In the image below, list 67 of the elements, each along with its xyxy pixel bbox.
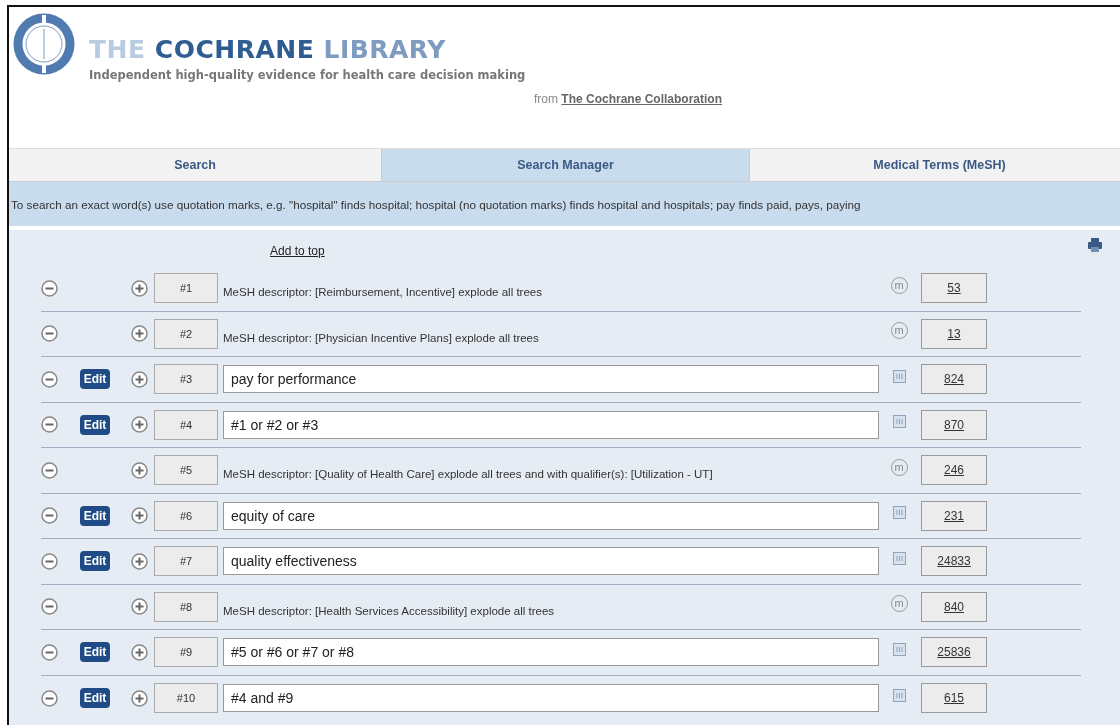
result-count[interactable]: 13 xyxy=(921,318,987,349)
remove-icon[interactable] xyxy=(41,279,58,297)
mesh-query: MeSH descriptor: [Health Services Accessibility] explode all trees xyxy=(223,604,555,617)
logo-icon xyxy=(13,13,75,75)
result-count[interactable]: 615 xyxy=(921,683,987,714)
result-count[interactable]: 870 xyxy=(921,409,987,440)
edit-button[interactable]: Edit xyxy=(79,505,111,526)
edit-button[interactable]: Edit xyxy=(79,688,111,709)
edit-button[interactable]: Edit xyxy=(79,642,111,663)
search-number: #1 xyxy=(154,273,218,304)
mesh-query: MeSH descriptor: [Physician Incentive Plans] explode all trees xyxy=(223,331,539,344)
add-icon[interactable] xyxy=(131,325,148,343)
query-field[interactable]: #4 and #9 xyxy=(223,684,879,713)
add-icon[interactable] xyxy=(131,552,148,570)
remove-icon[interactable] xyxy=(41,552,58,570)
tagline: Independent high-quality evidence for health care decision making xyxy=(89,68,527,82)
remove-icon[interactable] xyxy=(41,507,58,525)
from-label: from xyxy=(534,92,559,106)
add-icon[interactable] xyxy=(131,507,148,525)
edit-button[interactable]: Edit xyxy=(79,414,111,435)
query-field[interactable]: quality effectiveness xyxy=(223,547,879,576)
add-icon[interactable] xyxy=(131,461,148,479)
query-field[interactable]: pay for performance xyxy=(223,365,879,394)
search-number: #8 xyxy=(154,591,218,622)
remove-icon[interactable] xyxy=(41,689,58,707)
result-count[interactable]: 53 xyxy=(921,273,987,304)
remove-icon[interactable] xyxy=(41,325,58,343)
remove-icon[interactable] xyxy=(41,598,58,616)
edit-button[interactable]: Edit xyxy=(79,551,111,572)
tab[interactable]: Search Manager xyxy=(382,149,750,181)
remove-icon[interactable] xyxy=(41,416,58,434)
mesh-query: MeSH descriptor: [Reimbursement, Incentive] explode all trees xyxy=(223,286,542,299)
remove-icon[interactable] xyxy=(41,461,58,479)
printer-icon[interactable] xyxy=(1088,238,1102,252)
add-icon[interactable] xyxy=(131,370,148,388)
tab[interactable]: Search xyxy=(9,149,382,181)
search-hint: To search an exact word(s) use quotation marks, e.g. "hospital" finds hospital; hospital (no quotation marks) finds hospital and hospitals; pay finds paid, pays, paying xyxy=(11,197,861,211)
collaboration-link[interactable]: The Cochrane Collaboration xyxy=(561,92,723,106)
search-number: #7 xyxy=(154,546,218,577)
result-count[interactable]: 24833 xyxy=(921,546,987,577)
result-count[interactable]: 840 xyxy=(921,591,987,622)
search-number: #10 xyxy=(154,683,218,714)
library-title: THE COCHRANE LIBRARY xyxy=(89,35,447,64)
result-count[interactable]: 231 xyxy=(921,500,987,531)
remove-icon[interactable] xyxy=(41,643,58,661)
search-number: #3 xyxy=(154,364,218,395)
search-number: #2 xyxy=(154,318,218,349)
search-number: #5 xyxy=(154,455,218,486)
result-count[interactable]: 824 xyxy=(921,364,987,395)
result-count[interactable]: 25836 xyxy=(921,637,987,668)
tab[interactable]: Medical Terms (MeSH) xyxy=(750,149,1120,181)
edit-button[interactable]: Edit xyxy=(79,369,111,390)
add-icon[interactable] xyxy=(131,689,148,707)
remove-icon[interactable] xyxy=(41,370,58,388)
add-icon[interactable] xyxy=(131,279,148,297)
search-number: #9 xyxy=(154,637,218,668)
mesh-query: MeSH descriptor: [Quality of Health Care] explode all trees and with qualifier(s): [Utilization - UT] xyxy=(223,468,713,481)
query-field[interactable]: equity of care xyxy=(223,501,879,530)
add-icon[interactable] xyxy=(131,416,148,434)
search-number: #6 xyxy=(154,500,218,531)
result-count[interactable]: 246 xyxy=(921,455,987,486)
add-icon[interactable] xyxy=(131,598,148,616)
query-field[interactable]: #1 or #2 or #3 xyxy=(223,410,879,439)
search-number: #4 xyxy=(154,409,218,440)
add-icon[interactable] xyxy=(131,643,148,661)
add-to-top-link[interactable]: Add to top xyxy=(270,244,325,258)
query-field[interactable]: #5 or #6 or #7 or #8 xyxy=(223,638,879,667)
